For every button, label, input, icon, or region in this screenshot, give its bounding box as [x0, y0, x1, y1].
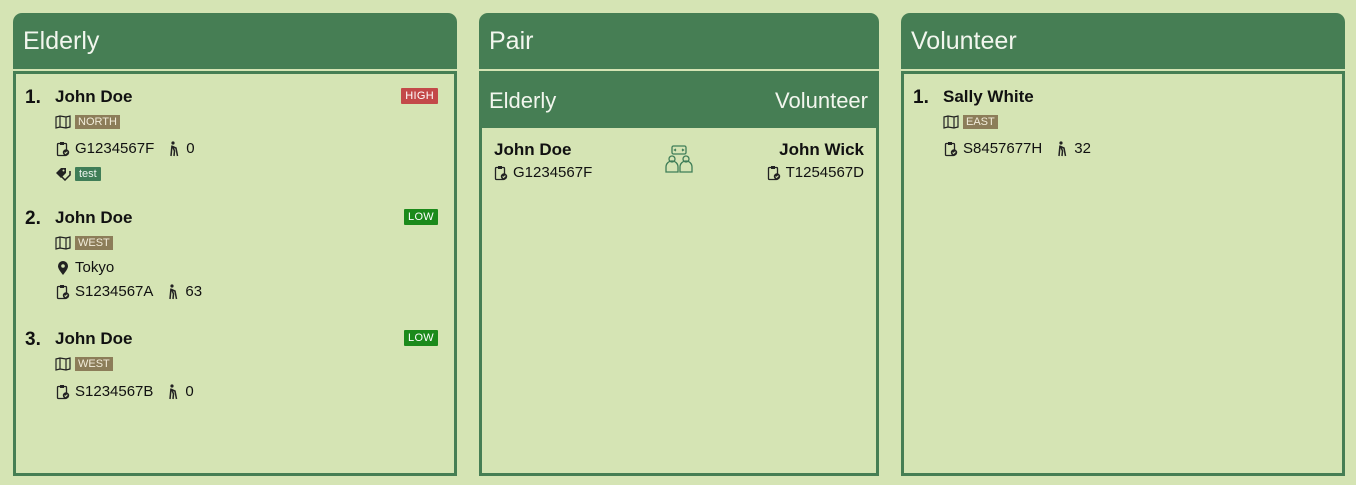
region-row: WEST [55, 235, 113, 251]
pair-volunteer-nric-row: T1254567D [767, 164, 864, 181]
region-tag: WEST [75, 236, 113, 250]
age-text: 63 [185, 283, 203, 300]
walking-person-icon [165, 283, 181, 300]
address-row: Tokyo [55, 259, 114, 276]
pair-volunteer-nric: T1254567D [785, 164, 864, 181]
age-text: 0 [186, 140, 195, 157]
pair-column-headers: Elderly Volunteer [482, 74, 876, 128]
elderly-name: John Doe [55, 329, 133, 348]
info-row: S1234567B 0 [55, 383, 194, 400]
tag-row: test [55, 166, 101, 182]
map-icon [943, 114, 959, 130]
age-text: 0 [185, 383, 194, 400]
walking-person-icon [166, 140, 182, 157]
pair-elderly-header: Elderly [489, 88, 557, 113]
pair-elderly-nric-row: G1234567F [494, 164, 592, 181]
region-tag: NORTH [75, 115, 120, 129]
map-icon [55, 114, 71, 130]
card-index: 1. [913, 87, 929, 108]
nric-text: S1234567A [75, 283, 154, 300]
region-tag: EAST [963, 115, 998, 129]
card-index: 3. [25, 329, 41, 350]
nric-text: S8457677H [963, 140, 1043, 157]
id-clipboard-icon [55, 284, 71, 300]
region-row: NORTH [55, 114, 120, 130]
info-row: S1234567A 63 [55, 283, 202, 300]
walking-person-icon [1054, 140, 1070, 157]
id-clipboard-icon [55, 141, 71, 157]
elderly-list[interactable]: 1. John Doe HIGH NORTH G1234567F 0 test … [13, 71, 457, 476]
pair-volunteer-header: Volunteer [775, 88, 868, 113]
map-icon [55, 356, 71, 372]
elderly-card[interactable]: 3. John Doe LOW WEST S1234567B 0 [16, 316, 454, 418]
region-row: WEST [55, 356, 113, 372]
region-row: EAST [943, 114, 998, 130]
info-row: S8457677H 32 [943, 140, 1091, 157]
elderly-panel-title: Elderly [13, 13, 457, 69]
card-index: 2. [25, 208, 41, 229]
elderly-panel: Elderly 1. John Doe HIGH NORTH G1234567F… [13, 13, 457, 476]
address-text: Tokyo [75, 259, 115, 276]
walking-person-icon [165, 383, 181, 400]
volunteer-name: Sally White [943, 87, 1034, 106]
id-clipboard-icon [55, 384, 71, 400]
location-pin-icon [55, 260, 71, 276]
nric-text: S1234567B [75, 383, 154, 400]
id-clipboard-icon [943, 141, 959, 157]
elderly-name: John Doe [55, 208, 133, 227]
map-icon [55, 235, 71, 251]
pair-panel: Pair Elderly Volunteer John Doe John Wic… [479, 13, 879, 476]
volunteer-panel-title: Volunteer [901, 13, 1345, 69]
pair-volunteer-name: John Wick [779, 140, 864, 159]
nric-text: G1234567F [75, 140, 155, 157]
elderly-name: John Doe [55, 87, 133, 106]
tags-icon [55, 166, 71, 182]
volunteer-card[interactable]: 1. Sally White EAST S8457677H 32 [904, 74, 1342, 195]
volunteer-list[interactable]: 1. Sally White EAST S8457677H 32 [901, 71, 1345, 476]
age-text: 32 [1074, 140, 1091, 157]
pair-panel-title: Pair [479, 13, 879, 69]
region-tag: WEST [75, 357, 113, 371]
risk-badge: LOW [404, 209, 438, 225]
pair-people-icon [664, 145, 694, 180]
elderly-card[interactable]: 1. John Doe HIGH NORTH G1234567F 0 test [16, 74, 454, 195]
pair-card[interactable]: John Doe John Wick G1234567F T1254567D [482, 128, 876, 188]
pair-list[interactable]: Elderly Volunteer John Doe John Wick G12… [479, 71, 879, 476]
info-row: G1234567F 0 [55, 140, 195, 157]
elderly-card[interactable]: 2. John Doe LOW WEST Tokyo S1234567A 63 [16, 195, 454, 316]
tag-chip: test [75, 167, 101, 181]
pair-elderly-nric: G1234567F [513, 164, 593, 181]
risk-badge: HIGH [401, 88, 438, 104]
pair-elderly-name: John Doe [494, 140, 572, 159]
card-index: 1. [25, 87, 41, 108]
risk-badge: LOW [404, 330, 438, 346]
volunteer-panel: Volunteer 1. Sally White EAST S8457677H … [901, 13, 1345, 476]
id-clipboard-icon [494, 165, 510, 181]
id-clipboard-icon [767, 165, 783, 181]
